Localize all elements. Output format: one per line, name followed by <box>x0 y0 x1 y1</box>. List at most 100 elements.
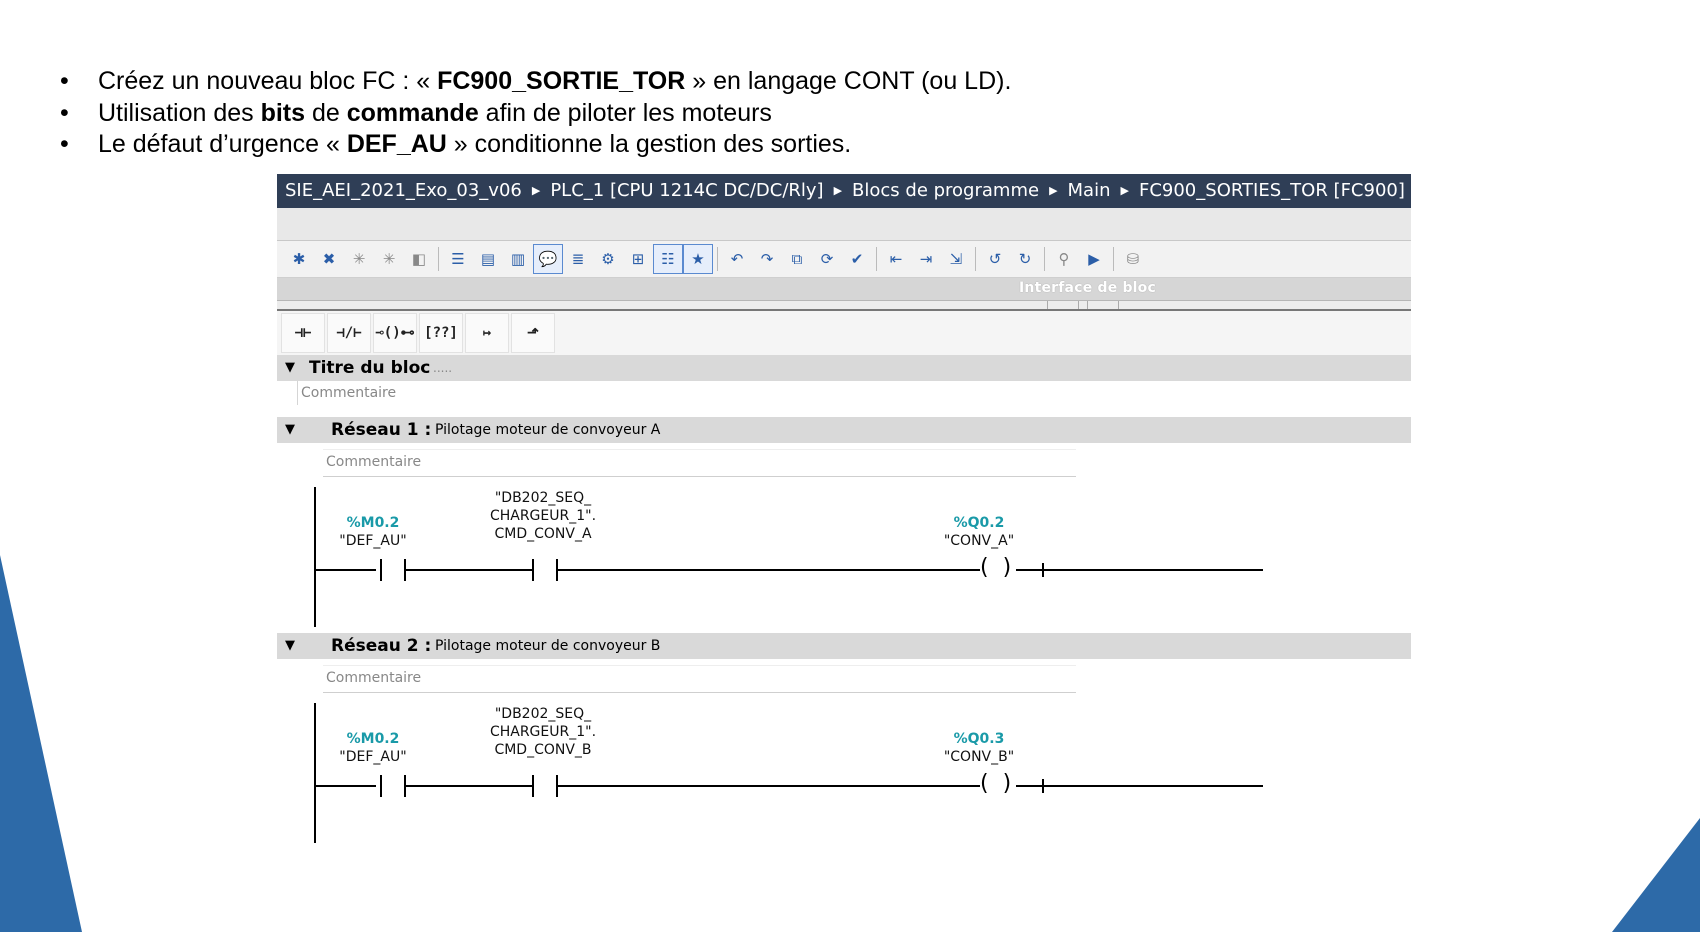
block-comment-field[interactable]: Commentaire <box>297 381 1411 405</box>
open-networks-icon[interactable]: ▥ <box>504 245 532 273</box>
contact-cmd-conv[interactable] <box>532 775 558 797</box>
contact-symbol: "DEF_AU" <box>339 749 407 765</box>
list-view-icon[interactable]: ☷ <box>653 244 683 274</box>
branch-close-icon[interactable]: ⬏ <box>511 313 555 353</box>
contact-db-line3: CMD_CONV_B <box>494 742 592 758</box>
network-1-comment[interactable]: Commentaire <box>277 449 1411 477</box>
indent-icon[interactable]: ⇥ <box>912 245 940 273</box>
go-to-error-prev-icon[interactable]: ↶ <box>723 245 751 273</box>
redo-icon[interactable]: ↻ <box>1011 245 1039 273</box>
database-icon[interactable]: ⛁ <box>1119 245 1147 273</box>
coil-address: %Q0.2 <box>953 515 1005 531</box>
outdent-icon[interactable]: ⇲ <box>942 245 970 273</box>
contact-no-icon[interactable]: ⊣⊢ <box>281 313 325 353</box>
editor-blank-strip <box>277 208 1411 241</box>
rung-end <box>1042 779 1044 793</box>
rung-wire <box>406 785 532 787</box>
instruction-list: Créez un nouveau bloc FC : « FC900_SORTI… <box>60 66 1011 161</box>
reset-start-values-icon[interactable]: ◧ <box>405 245 433 273</box>
instruction-item: Créez un nouveau bloc FC : « FC900_SORTI… <box>60 66 1011 98</box>
insert-network-icon[interactable]: ✱ <box>285 245 313 273</box>
collapse-triangle-icon[interactable]: ▼ <box>285 633 295 659</box>
ladder-instruction-toolbar: ⊣⊢ ⊣/⊢ ⊸()⊷ [??] ↦ ⬏ <box>277 311 1411 355</box>
contact-db-line2: CHARGEUR_1". <box>489 724 597 740</box>
block-interface-splitter[interactable] <box>277 301 1411 311</box>
breadcrumb-block[interactable]: FC900_SORTIES_TOR [FC900] <box>1139 180 1405 201</box>
instruction-item: Utilisation des bits de commande afin de… <box>60 98 1011 130</box>
block-title-dots: ..... <box>433 361 453 375</box>
call-structure-icon[interactable]: ⇤ <box>882 245 910 273</box>
block-title-bar: ▼ Titre du bloc ..... <box>277 355 1411 381</box>
coil-symbol: "CONV_A" <box>943 533 1015 549</box>
toolbar-separator <box>438 247 439 271</box>
insert-row-icon[interactable]: ✳ <box>345 245 373 273</box>
network-number: Réseau 2 : <box>331 636 432 656</box>
coil-address: %Q0.3 <box>953 731 1005 747</box>
breadcrumb-project[interactable]: SIE_AEI_2021_Exo_03_v06 <box>285 180 522 201</box>
contact-def-au[interactable] <box>380 775 406 797</box>
contact-nc-icon[interactable]: ⊣/⊢ <box>327 313 371 353</box>
compare-icon[interactable]: ⧉ <box>783 245 811 273</box>
contact-db-line1: "DB202_SEQ_ <box>494 706 592 722</box>
contact-db-line1: "DB202_SEQ_ <box>494 490 592 506</box>
coil-conv[interactable]: () <box>980 557 1016 581</box>
coil-conv[interactable]: () <box>980 773 1016 797</box>
delete-network-icon[interactable]: ✖ <box>315 245 343 273</box>
chevron-right-icon: ▶ <box>1120 184 1129 197</box>
comments-toggle-icon[interactable]: 💬 <box>533 244 563 274</box>
rung-wire <box>316 785 376 787</box>
contact-symbol: "DEF_AU" <box>339 533 407 549</box>
network-2-header: ▼ Réseau 2 : Pilotage moteur de convoyeu… <box>277 633 1411 659</box>
coil-icon[interactable]: ⊸()⊷ <box>373 313 417 353</box>
instruction-item: Le défaut d’urgence « DEF_AU » condition… <box>60 129 1011 161</box>
empty-box-icon[interactable]: [??] <box>419 313 463 353</box>
breadcrumb-plc[interactable]: PLC_1 [CPU 1214C DC/DC/Rly] <box>550 180 823 201</box>
branch-open-icon[interactable]: ↦ <box>465 313 509 353</box>
network-1-rung: %M0.2 "DEF_AU" "DB202_SEQ_ CHARGEUR_1". … <box>277 477 1411 627</box>
splitter-handle[interactable] <box>1047 301 1079 309</box>
network-comment-field[interactable]: Commentaire <box>323 449 1076 477</box>
favorites-icon[interactable]: ▤ <box>474 245 502 273</box>
block-interface-bar[interactable]: Interface de bloc <box>277 278 1411 301</box>
block-title[interactable]: Titre du bloc <box>309 355 430 381</box>
rung-wire <box>1016 569 1042 571</box>
splitter-handle[interactable] <box>1087 301 1119 309</box>
block-comment[interactable]: Commentaire <box>277 381 1411 405</box>
power-rail <box>314 703 316 843</box>
monitoring-icon[interactable]: ⚙ <box>594 245 622 273</box>
operand-display-icon[interactable]: ⊞ <box>624 245 652 273</box>
network-title[interactable]: Pilotage moteur de convoyeur B <box>435 633 660 659</box>
contact-address: %M0.2 <box>346 515 400 531</box>
toolbar-separator <box>876 247 877 271</box>
power-rail <box>314 487 316 627</box>
toolbar-separator <box>1044 247 1045 271</box>
append-row-icon[interactable]: ✳ <box>375 245 403 273</box>
tia-editor-screenshot: SIE_AEI_2021_Exo_03_v06 ▶ PLC_1 [CPU 1214C… <box>277 174 1411 870</box>
collapse-triangle-icon[interactable]: ▼ <box>285 417 295 443</box>
watch-table-icon[interactable]: ⚲ <box>1050 245 1078 273</box>
network-title[interactable]: Pilotage moteur de convoyeur A <box>435 417 660 443</box>
rung-wire <box>558 569 1263 571</box>
coil-symbol: "CONV_B" <box>943 749 1015 765</box>
contact-cmd-conv[interactable] <box>532 559 558 581</box>
toolbar-separator <box>717 247 718 271</box>
breadcrumb-blocks[interactable]: Blocs de programme <box>852 180 1039 201</box>
toolbar-separator <box>1113 247 1114 271</box>
breadcrumb-main[interactable]: Main <box>1068 180 1111 201</box>
network-comment-field[interactable]: Commentaire <box>323 665 1076 693</box>
collapse-triangle-icon[interactable]: ▼ <box>285 355 295 381</box>
absolute-operands-icon[interactable]: ☰ <box>444 245 472 273</box>
chevron-right-icon: ▶ <box>531 184 541 197</box>
go-to-error-next-icon[interactable]: ↷ <box>753 245 781 273</box>
toolbar-separator <box>975 247 976 271</box>
undo-icon[interactable]: ↺ <box>981 245 1009 273</box>
update-calls-icon[interactable]: ⟳ <box>813 245 841 273</box>
favorites-star-icon[interactable]: ★ <box>683 244 713 274</box>
networks-display-icon[interactable]: ≣ <box>564 245 592 273</box>
contact-db-line2: CHARGEUR_1". <box>489 508 597 524</box>
network-1-header: ▼ Réseau 1 : Pilotage moteur de convoyeu… <box>277 417 1411 443</box>
network-2-comment[interactable]: Commentaire <box>277 665 1411 693</box>
contact-def-au[interactable] <box>380 559 406 581</box>
simulation-icon[interactable]: ▶ <box>1080 245 1108 273</box>
check-block-icon[interactable]: ✔ <box>843 245 871 273</box>
